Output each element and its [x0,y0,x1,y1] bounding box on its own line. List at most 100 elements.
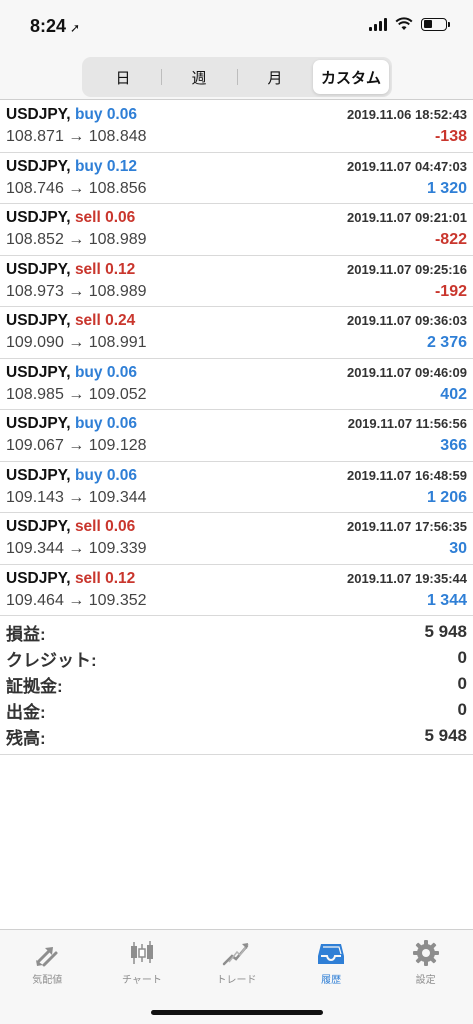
summary-value: 5 948 [424,726,467,745]
trade-symbol: USDJPY, [6,569,71,587]
tab-label: 気配値 [32,975,63,986]
trade-datetime: 2019.11.06 18:52:43 [347,107,467,122]
trade-side: sell 0.06 [74,209,136,226]
trade-row[interactable]: USDJPY, buy 0.06 2019.11.07 09:46:09 108… [0,359,473,410]
summary-label: 損益: [6,624,46,644]
trade-prices: 108.973 → 108.989 [6,282,147,300]
trade-row[interactable]: USDJPY, buy 0.06 2019.11.07 11:56:56 109… [0,410,473,462]
summary-value: 0 [457,700,467,719]
trade-symbol: USDJPY, [6,363,71,381]
trade-row[interactable]: USDJPY, sell 0.12 2019.11.07 19:35:44 10… [0,565,473,616]
account-summary: 損益: 5 948 クレジット: 0 証拠金: 0 出金: 0 残高: 5 94… [0,619,473,755]
summary-credit: クレジット: 0 [0,645,473,671]
trade-symbol: USDJPY, [6,106,71,123]
status-time: 8:24 ➚ [30,16,80,37]
trade-datetime: 2019.11.07 16:48:59 [347,467,467,483]
trade-side: buy 0.06 [74,106,137,123]
trade-profit: -192 [434,282,467,300]
trade-symbol: USDJPY, [6,518,71,535]
trade-row[interactable]: USDJPY, sell 0.24 2019.11.07 09:36:03 10… [0,307,473,359]
bottom-tab-bar: 気配値 チャート トレード 履歴 設定 [0,929,473,1024]
trade-symbol: USDJPY, [6,466,71,484]
trade-datetime: 2019.11.07 09:21:01 [347,210,467,225]
summary-label: クレジット: [6,650,97,670]
period-segmented-control: 日 週 月 カスタム [82,57,392,97]
tab-chart[interactable]: チャート [95,930,190,990]
summary-value: 0 [457,648,467,667]
tab-label: トレード [216,975,257,986]
gear-icon [412,940,439,966]
location-arrow-icon: ➚ [70,21,81,35]
trade-row[interactable]: USDJPY, buy 0.12 2019.11.07 04:47:03 108… [0,153,473,204]
summary-value: 5 948 [424,622,467,641]
trade-profit: 402 [440,385,467,403]
period-selector-area: 日 週 月 カスタム [0,52,473,100]
candlestick-icon [130,941,153,964]
trade-prices: 109.067 → 109.128 [6,437,147,454]
trade-prices: 109.464 → 109.352 [6,591,147,609]
trade-profit: -138 [434,128,467,145]
trade-symbol: USDJPY, [6,312,71,329]
trade-prices: 109.344 → 109.339 [6,540,147,557]
tab-history[interactable]: 履歴 [284,930,379,990]
trade-side: buy 0.06 [74,415,137,432]
trade-row[interactable]: USDJPY, sell 0.12 2019.11.07 09:25:16 10… [0,256,473,307]
status-icons [369,17,450,31]
trade-profit: 1 320 [426,179,467,197]
trade-side: buy 0.12 [74,157,137,175]
trade-side: sell 0.06 [74,518,136,535]
segment-week[interactable]: 週 [161,60,237,94]
battery-icon [421,17,450,31]
status-bar: 8:24 ➚ [0,0,473,52]
trade-prices: 109.143 → 109.344 [6,488,147,506]
home-indicator [151,1010,323,1015]
trade-datetime: 2019.11.07 11:56:56 [347,416,467,431]
tab-label: チャート [121,975,162,986]
summary-profit: 損益: 5 948 [0,619,473,645]
segment-day[interactable]: 日 [85,60,161,94]
summary-value: 0 [457,674,467,693]
summary-balance: 残高: 5 948 [0,723,473,749]
trade-datetime: 2019.11.07 09:36:03 [347,313,467,328]
trade-row[interactable]: USDJPY, buy 0.06 2019.11.06 18:52:43 108… [0,101,473,153]
trade-prices: 109.090 → 108.991 [6,334,147,351]
segment-month[interactable]: 月 [237,60,313,94]
tab-settings[interactable]: 設定 [378,930,473,990]
trade-datetime: 2019.11.07 09:25:16 [347,261,467,277]
trade-row[interactable]: USDJPY, sell 0.06 2019.11.07 09:21:01 10… [0,204,473,256]
trade-profit: -822 [434,231,467,248]
summary-withdrawal: 出金: 0 [0,697,473,723]
trade-side: sell 0.12 [74,260,136,278]
trade-side: sell 0.24 [74,312,136,329]
tab-quotes[interactable]: 気配値 [0,930,95,990]
trade-prices: 108.746 → 108.856 [6,179,147,197]
tab-label: 設定 [415,975,436,986]
summary-label: 証拠金: [6,676,63,696]
tab-trade[interactable]: トレード [189,930,284,990]
summary-label: 出金: [6,702,46,722]
trade-side: sell 0.12 [74,569,136,587]
trend-line-icon [223,943,250,966]
trade-datetime: 2019.11.07 04:47:03 [347,158,467,174]
trade-profit: 30 [449,540,467,557]
tab-label: 履歴 [321,975,342,986]
summary-label: 残高: [6,728,46,748]
trade-prices: 108.985 → 109.052 [6,385,147,403]
trade-profit: 2 376 [426,334,467,351]
trade-prices: 108.852 → 108.989 [6,231,147,248]
trade-symbol: USDJPY, [6,157,71,175]
trade-prices: 108.871 → 108.848 [6,128,147,145]
trade-row[interactable]: USDJPY, sell 0.06 2019.11.07 17:56:35 10… [0,513,473,565]
trade-symbol: USDJPY, [6,209,71,226]
trade-symbol: USDJPY, [6,260,71,278]
segment-custom[interactable]: カスタム [313,60,389,94]
trade-profit: 366 [440,437,467,454]
arrows-updown-icon [36,947,58,967]
summary-margin: 証拠金: 0 [0,671,473,697]
trade-row[interactable]: USDJPY, buy 0.06 2019.11.07 16:48:59 109… [0,462,473,513]
trade-side: buy 0.06 [74,363,137,381]
trade-history-list: USDJPY, buy 0.06 2019.11.06 18:52:43 108… [0,101,473,616]
trade-datetime: 2019.11.07 19:35:44 [347,570,467,586]
trade-profit: 1 344 [426,591,467,609]
wifi-icon [395,17,413,30]
